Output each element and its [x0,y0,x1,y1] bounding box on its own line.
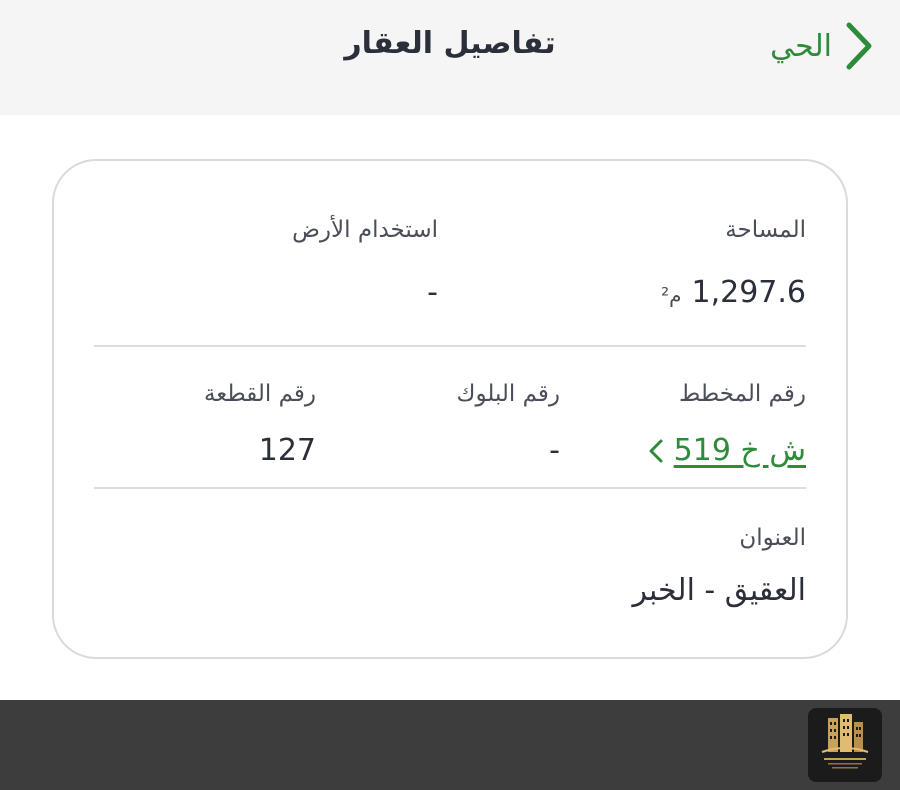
top-bar: تفاصيل العقار الحي [0,0,900,115]
divider [94,487,806,489]
block-number-label: رقم البلوك [456,381,560,407]
footer-bar [0,700,900,790]
divider [94,345,806,347]
area-label: المساحة [725,217,806,243]
address-value: العقيق - الخبر [632,573,806,608]
address-label: العنوان [739,525,806,551]
property-details-card: المساحة استخدام الأرض م² 1,297.6 - رقم ا… [52,159,848,659]
plan-number-link[interactable]: ش خ 519 [648,433,806,468]
area-unit: م² [661,283,682,307]
chevron-right-icon [846,22,872,70]
back-button-label: الحي [770,28,832,64]
area-value: م² 1,297.6 [661,275,806,310]
land-use-value: - [427,275,438,310]
plot-number-label: رقم القطعة [203,381,316,407]
plot-number-value: 127 [258,433,316,468]
plan-number-value: ش خ 519 [673,433,806,468]
land-use-label: استخدام الأرض [292,217,438,243]
page-title-text: تفاصيل العقار [344,26,556,61]
back-button[interactable]: الحي [770,18,874,74]
page-title: تفاصيل العقار [0,26,900,61]
building-logo-icon [808,708,882,782]
plan-number-label: رقم المخطط [679,381,806,407]
block-number-value: - [549,433,560,468]
building-logo-graphic [821,714,869,769]
chevron-left-icon [649,439,663,462]
area-number: 1,297.6 [691,275,806,310]
